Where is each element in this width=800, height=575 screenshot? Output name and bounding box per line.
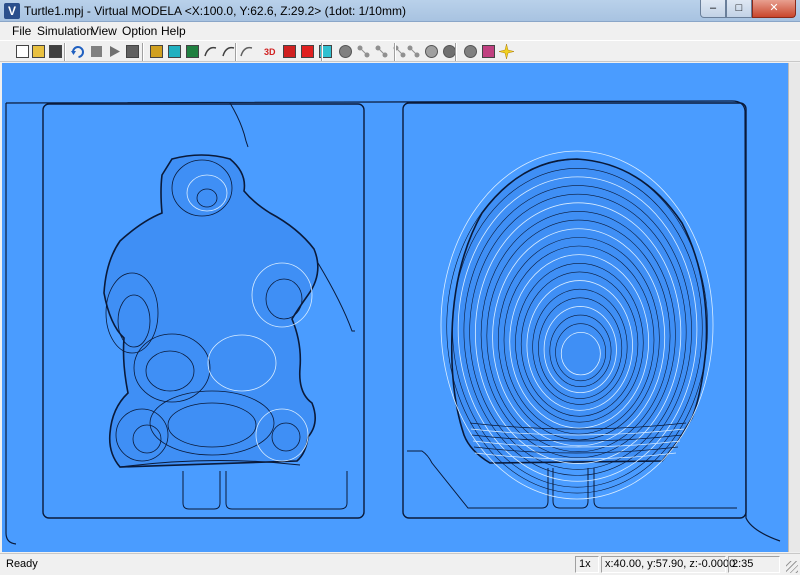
red-square-icon[interactable] <box>299 43 316 60</box>
sphere-shaded-icon[interactable] <box>462 43 479 60</box>
elapsed-time: 2:35 <box>728 556 780 573</box>
node-4-icon[interactable] <box>405 43 422 60</box>
step-icon[interactable] <box>124 43 141 60</box>
stock-outline-notch <box>229 102 249 148</box>
maximize-button[interactable]: □ <box>726 0 752 18</box>
toolbar-separator <box>455 43 457 61</box>
toolbar-separator <box>321 43 323 61</box>
play-icon[interactable] <box>106 43 123 60</box>
save-icon[interactable] <box>47 43 64 60</box>
toolbar-separator <box>394 43 396 61</box>
minimize-button[interactable]: – <box>700 0 726 18</box>
tool-icon[interactable] <box>148 43 165 60</box>
3d-view-icon[interactable]: 3D <box>263 43 280 60</box>
app-window: V Turtle1.mpj - Virtual MODELA <X:100.0,… <box>0 0 800 575</box>
close-button[interactable]: ✕ <box>752 0 796 18</box>
svg-text:3D: 3D <box>264 47 276 57</box>
menu-simulation[interactable]: Simulation <box>37 24 93 38</box>
node-2-icon[interactable] <box>373 43 390 60</box>
stop-icon[interactable] <box>88 43 105 60</box>
sphere-outline-icon[interactable] <box>423 43 440 60</box>
menu-option[interactable]: Option <box>122 24 157 38</box>
app-icon[interactable]: V <box>4 3 20 19</box>
node-1-icon[interactable] <box>355 43 372 60</box>
menu-help[interactable]: Help <box>161 24 186 38</box>
model-render <box>5 100 781 545</box>
rotate-view-icon[interactable] <box>70 43 87 60</box>
cyan-square-icon[interactable] <box>317 43 334 60</box>
new-file-icon[interactable] <box>14 43 31 60</box>
resize-grip-icon[interactable] <box>786 561 798 573</box>
path-icon[interactable] <box>202 43 219 60</box>
toolbar-separator <box>142 43 144 61</box>
menu-bar: File Simulation View Option Help <box>0 22 800 40</box>
toolbar: 3D <box>0 40 800 62</box>
title-bar[interactable]: V Turtle1.mpj - Virtual MODELA <X:100.0,… <box>0 0 800 22</box>
open-folder-icon[interactable] <box>30 43 47 60</box>
turtle-model <box>103 154 319 468</box>
toolbar-separator <box>64 43 66 61</box>
red-arrow-icon[interactable] <box>281 43 298 60</box>
workpiece-cyan-icon[interactable] <box>166 43 183 60</box>
gray-sphere-icon[interactable] <box>337 43 354 60</box>
color-settings-icon[interactable] <box>480 43 497 60</box>
line-icon[interactable] <box>238 43 255 60</box>
zoom-indicator: 1x <box>575 556 599 573</box>
simulation-viewport[interactable] <box>2 63 788 552</box>
stock-outline-curve <box>317 262 355 332</box>
surface-icon[interactable] <box>184 43 201 60</box>
vertical-scrollbar[interactable] <box>788 63 800 552</box>
window-controls: – □ ✕ <box>700 0 796 18</box>
menu-file[interactable]: File <box>12 24 31 38</box>
coordinate-readout: x:40.00, y:57.90, z:-0.0000 <box>601 556 735 573</box>
status-bar: Ready 1x x:40.00, y:57.90, z:-0.0000 2:3… <box>0 553 800 575</box>
shell-outline <box>450 158 708 464</box>
menu-view[interactable]: View <box>91 24 117 38</box>
toolbar-separator <box>235 43 237 61</box>
light-burst-icon[interactable] <box>498 43 515 60</box>
turtle-outline <box>103 154 319 468</box>
status-text: Ready <box>6 558 38 570</box>
shell-model <box>440 150 714 500</box>
window-title: Turtle1.mpj - Virtual MODELA <X:100.0, Y… <box>24 4 406 18</box>
left-sprue <box>182 471 348 510</box>
